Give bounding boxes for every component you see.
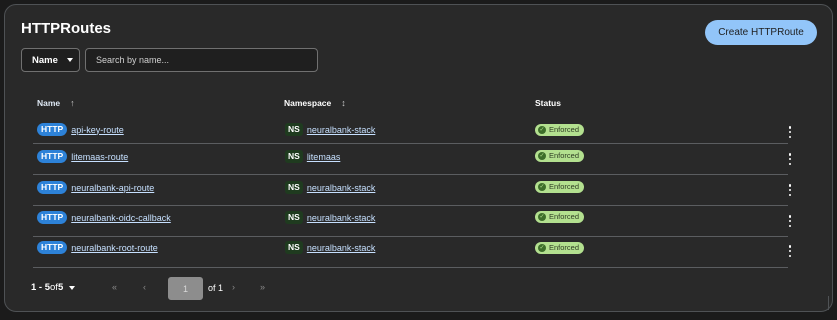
route-name-cell: HTTP neuralbank-oidc-callback bbox=[37, 211, 171, 224]
status-badge: ✓ Enforced bbox=[535, 150, 585, 162]
row-actions-kebab-icon[interactable] bbox=[785, 126, 795, 138]
status-cell: ✓ Enforced bbox=[535, 181, 585, 193]
route-name-cell: HTTP api-key-route bbox=[37, 123, 124, 136]
status-label: Enforced bbox=[549, 243, 580, 252]
last-page-icon[interactable]: » bbox=[260, 282, 265, 292]
pagination-range-text: 1 - 5of5 bbox=[31, 282, 64, 293]
status-cell: ✓ Enforced bbox=[535, 150, 585, 162]
sort-ascending-icon: ↑ bbox=[70, 98, 75, 108]
check-circle-icon: ✓ bbox=[538, 183, 546, 191]
first-page-icon[interactable]: « bbox=[112, 282, 117, 292]
row-actions-kebab-icon[interactable] bbox=[785, 153, 795, 165]
status-label: Enforced bbox=[549, 212, 580, 221]
sort-icon: ↕ bbox=[341, 98, 346, 108]
current-page-input[interactable] bbox=[168, 277, 203, 300]
table-row: HTTP neuralbank-root-route NS neuralbank… bbox=[33, 237, 792, 268]
status-badge: ✓ Enforced bbox=[535, 124, 585, 136]
table-row: HTTP neuralbank-oidc-callback NS neuralb… bbox=[33, 206, 792, 237]
check-circle-icon: ✓ bbox=[538, 152, 546, 160]
column-header-label: Namespace bbox=[284, 98, 332, 108]
column-header-name[interactable]: Name ↑ bbox=[37, 98, 75, 108]
namespace-link[interactable]: neuralbank-stack bbox=[307, 243, 376, 253]
namespace-badge: NS bbox=[285, 181, 303, 194]
pagination-per-page-toggle[interactable]: 1 - 5of5 bbox=[31, 282, 76, 293]
http-kind-badge: HTTP bbox=[37, 241, 68, 254]
namespace-link[interactable]: neuralbank-stack bbox=[307, 183, 376, 193]
route-name-link[interactable]: neuralbank-oidc-callback bbox=[71, 213, 171, 223]
caret-down-icon bbox=[66, 58, 73, 62]
status-cell: ✓ Enforced bbox=[535, 242, 585, 254]
namespace-cell: NS neuralbank-stack bbox=[285, 181, 375, 194]
namespace-badge: NS bbox=[285, 123, 303, 136]
route-name-cell: HTTP litemaas-route bbox=[37, 150, 128, 163]
resize-handle[interactable] bbox=[828, 296, 836, 310]
route-name-link[interactable]: api-key-route bbox=[71, 125, 124, 135]
http-kind-badge: HTTP bbox=[37, 123, 68, 136]
route-name-link[interactable]: litemaas-route bbox=[71, 152, 128, 162]
previous-page-icon[interactable]: ‹ bbox=[143, 282, 146, 292]
namespace-link[interactable]: neuralbank-stack bbox=[307, 125, 376, 135]
namespace-cell: NS litemaas bbox=[285, 150, 340, 163]
caret-down-icon bbox=[69, 285, 76, 290]
namespace-badge: NS bbox=[285, 211, 303, 224]
table-row: HTTP api-key-route NS neuralbank-stack ✓… bbox=[33, 113, 792, 144]
next-page-icon[interactable]: › bbox=[232, 282, 235, 292]
route-name-link[interactable]: neuralbank-api-route bbox=[71, 183, 154, 193]
status-badge: ✓ Enforced bbox=[535, 211, 585, 223]
status-badge: ✓ Enforced bbox=[535, 242, 585, 254]
http-kind-badge: HTTP bbox=[37, 150, 68, 163]
http-kind-badge: HTTP bbox=[37, 181, 68, 194]
column-header-namespace[interactable]: Namespace ↕ bbox=[284, 98, 346, 108]
http-kind-badge: HTTP bbox=[37, 211, 68, 224]
status-badge: ✓ Enforced bbox=[535, 181, 585, 193]
page-title: HTTPRoutes bbox=[21, 20, 111, 37]
column-header-label: Name bbox=[37, 98, 61, 108]
namespace-link[interactable]: neuralbank-stack bbox=[307, 213, 376, 223]
search-input[interactable] bbox=[85, 48, 318, 72]
filter-attribute-label: Name bbox=[32, 54, 58, 66]
status-label: Enforced bbox=[549, 182, 580, 191]
namespace-cell: NS neuralbank-stack bbox=[285, 211, 375, 224]
status-cell: ✓ Enforced bbox=[535, 124, 585, 136]
httproutes-card: HTTPRoutes Create HTTPRoute Name Name ↑ … bbox=[4, 4, 833, 312]
namespace-link[interactable]: litemaas bbox=[307, 152, 341, 162]
row-actions-kebab-icon[interactable] bbox=[785, 215, 795, 227]
check-circle-icon: ✓ bbox=[538, 126, 546, 134]
row-actions-kebab-icon[interactable] bbox=[785, 184, 795, 196]
status-label: Enforced bbox=[549, 125, 580, 134]
column-header-label: Status bbox=[535, 98, 561, 108]
namespace-badge: NS bbox=[285, 150, 303, 163]
filter-attribute-dropdown[interactable]: Name bbox=[21, 48, 80, 72]
row-actions-kebab-icon[interactable] bbox=[785, 245, 795, 257]
namespace-cell: NS neuralbank-stack bbox=[285, 123, 375, 136]
route-name-cell: HTTP neuralbank-api-route bbox=[37, 181, 154, 194]
check-circle-icon: ✓ bbox=[538, 213, 546, 221]
table-row: HTTP neuralbank-api-route NS neuralbank-… bbox=[33, 175, 792, 206]
namespace-badge: NS bbox=[285, 241, 303, 254]
route-name-cell: HTTP neuralbank-root-route bbox=[37, 241, 158, 254]
column-header-status: Status bbox=[535, 98, 561, 108]
total-pages-text: of 1 bbox=[208, 283, 224, 293]
check-circle-icon: ✓ bbox=[538, 244, 546, 252]
namespace-cell: NS neuralbank-stack bbox=[285, 241, 375, 254]
status-label: Enforced bbox=[549, 151, 580, 160]
table-row: HTTP litemaas-route NS litemaas ✓ Enforc… bbox=[33, 144, 792, 175]
status-cell: ✓ Enforced bbox=[535, 211, 585, 223]
route-name-link[interactable]: neuralbank-root-route bbox=[71, 243, 158, 253]
create-httproute-button[interactable]: Create HTTPRoute bbox=[705, 20, 817, 45]
